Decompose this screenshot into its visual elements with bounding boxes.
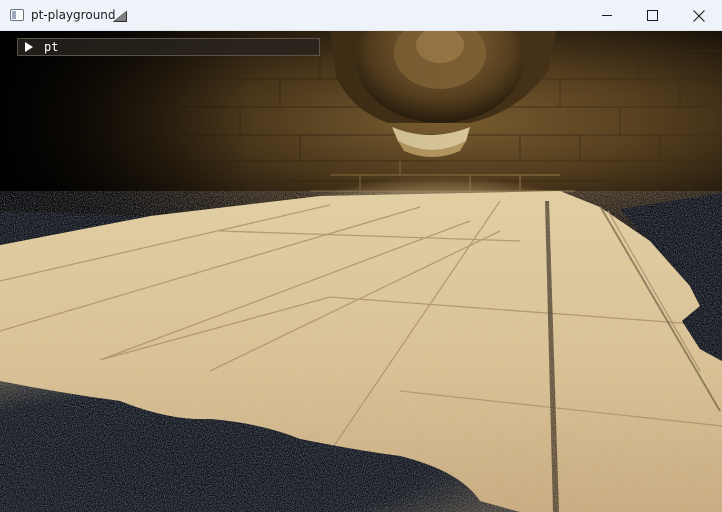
close-button[interactable] — [676, 0, 722, 31]
pt-gui-label[interactable]: pt — [44, 39, 58, 55]
maximize-button[interactable] — [630, 0, 676, 31]
maximize-icon — [647, 10, 658, 21]
railway-ramp-icon — [112, 10, 128, 23]
title-bar[interactable]: pt-playground — [0, 0, 722, 31]
minimize-button[interactable] — [584, 0, 630, 31]
minimize-icon — [602, 15, 612, 16]
window-title: pt-playground — [31, 8, 116, 22]
render-viewport[interactable]: pt — [0, 31, 722, 512]
pt-gui-header[interactable]: pt — [17, 38, 320, 56]
close-icon — [693, 10, 705, 22]
rendered-scene — [0, 31, 722, 512]
triangle-right-icon[interactable] — [25, 42, 33, 52]
app-window-icon — [10, 9, 24, 21]
app-window: pt-playground pt — [0, 0, 722, 512]
